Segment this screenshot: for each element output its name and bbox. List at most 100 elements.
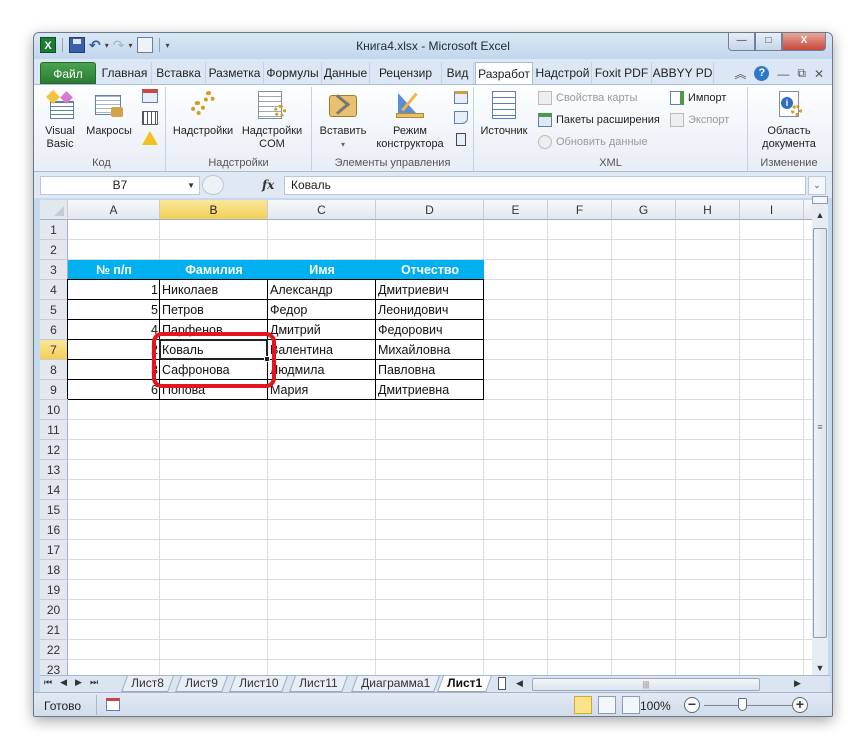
row-header-1[interactable]: 1 <box>40 220 68 240</box>
row-header-2[interactable]: 2 <box>40 240 68 260</box>
sheet-tab-active[interactable]: Лист1 <box>437 676 492 692</box>
map-properties-button[interactable]: Свойства карты <box>538 91 637 105</box>
first-sheet-icon[interactable]: ⏮ <box>44 677 52 688</box>
row-header-18[interactable]: 18 <box>40 560 68 580</box>
table-cell[interactable]: 5 <box>68 300 160 320</box>
row-header-16[interactable]: 16 <box>40 520 68 540</box>
formula-cancel-handle[interactable] <box>202 175 224 195</box>
tab-foxit-pdf[interactable]: Foxit PDF <box>592 62 652 84</box>
row-header-3[interactable]: 3 <box>40 260 68 280</box>
next-sheet-icon[interactable]: ▶ <box>75 677 82 688</box>
vertical-scrollbar[interactable]: ▲ ≡ ▼ <box>812 196 828 675</box>
sheet-tab[interactable]: Лист11 <box>289 676 348 692</box>
tab-developer[interactable]: Разработ <box>475 62 533 85</box>
visual-basic-button[interactable]: Visual Basic <box>40 89 80 151</box>
row-header-11[interactable]: 11 <box>40 420 68 440</box>
column-header-i[interactable]: I <box>740 200 804 220</box>
table-cell[interactable]: Дмитриевич <box>376 280 484 300</box>
sheet-tab[interactable]: Лист9 <box>175 676 228 692</box>
zoom-in-button[interactable]: + <box>792 697 808 713</box>
table-header-cell[interactable]: № п/п <box>68 260 160 280</box>
sheet-tab[interactable]: Лист8 <box>121 676 174 692</box>
column-header-e[interactable]: E <box>484 200 548 220</box>
name-box[interactable]: B7 ▼ <box>40 176 200 195</box>
scroll-right-icon[interactable]: ▶ <box>794 678 801 689</box>
select-all-button[interactable] <box>40 200 68 220</box>
row-header-8[interactable]: 8 <box>40 360 68 380</box>
document-panel-button[interactable]: i Область документа <box>752 89 826 151</box>
row-header-12[interactable]: 12 <box>40 440 68 460</box>
table-cell[interactable]: 4 <box>68 320 160 340</box>
tab-review[interactable]: Рецензир <box>370 62 442 84</box>
sheet-tab[interactable]: Диаграмма1 <box>351 676 440 692</box>
worksheet-grid[interactable]: ABCDEFGHIJ123456789101112131415161718192… <box>40 200 812 675</box>
column-header-d[interactable]: D <box>376 200 484 220</box>
sheet-tab[interactable]: Лист10 <box>229 676 289 692</box>
normal-view-button[interactable] <box>574 696 592 714</box>
properties-icon[interactable] <box>454 91 468 104</box>
row-header-5[interactable]: 5 <box>40 300 68 320</box>
row-header-22[interactable]: 22 <box>40 640 68 660</box>
expansion-packs-button[interactable]: Пакеты расширения <box>538 113 660 127</box>
table-cell[interactable]: Дмитриевна <box>376 380 484 400</box>
row-header-13[interactable]: 13 <box>40 460 68 480</box>
last-sheet-icon[interactable]: ⏭ <box>90 677 98 688</box>
tab-split-handle[interactable] <box>498 677 506 690</box>
table-cell[interactable]: Александр <box>268 280 376 300</box>
tab-insert[interactable]: Вставка <box>152 62 206 84</box>
horizontal-scroll-thumb[interactable]: ||| <box>532 678 760 691</box>
column-header-a[interactable]: A <box>68 200 160 220</box>
table-cell[interactable]: Федор <box>268 300 376 320</box>
doc-minimize-icon[interactable]: — <box>777 67 789 81</box>
column-header-j[interactable]: J <box>804 200 812 220</box>
table-header-cell[interactable]: Отчество <box>376 260 484 280</box>
row-header-20[interactable]: 20 <box>40 600 68 620</box>
table-cell[interactable]: Леонидович <box>376 300 484 320</box>
zoom-level[interactable]: 100% <box>640 699 671 713</box>
table-header-cell[interactable]: Имя <box>268 260 376 280</box>
tab-page-layout[interactable]: Разметка <box>206 62 264 84</box>
table-cell[interactable]: 2 <box>68 340 160 360</box>
row-header-17[interactable]: 17 <box>40 540 68 560</box>
export-button[interactable]: Экспорт <box>670 113 729 127</box>
minimize-button[interactable]: — <box>728 33 755 51</box>
vertical-scroll-thumb[interactable]: ≡ <box>813 228 827 638</box>
row-header-4[interactable]: 4 <box>40 280 68 300</box>
row-header-15[interactable]: 15 <box>40 500 68 520</box>
column-header-c[interactable]: C <box>268 200 376 220</box>
row-header-9[interactable]: 9 <box>40 380 68 400</box>
record-macro-icon[interactable] <box>142 89 158 103</box>
tab-file[interactable]: Файл <box>40 62 96 84</box>
tab-abbyy-pdf[interactable]: ABBYY PD <box>652 62 714 84</box>
maximize-button[interactable]: □ <box>755 33 782 51</box>
row-header-14[interactable]: 14 <box>40 480 68 500</box>
doc-close-icon[interactable]: ✕ <box>814 67 824 81</box>
doc-restore-icon[interactable]: ⧉ <box>797 66 806 81</box>
page-layout-view-button[interactable] <box>598 696 616 714</box>
close-button[interactable]: X <box>782 33 826 51</box>
help-icon[interactable]: ? <box>754 66 770 81</box>
macros-button[interactable]: Макросы <box>84 89 134 138</box>
table-cell[interactable]: Николаев <box>160 280 268 300</box>
table-header-cell[interactable]: Фамилия <box>160 260 268 280</box>
row-header-21[interactable]: 21 <box>40 620 68 640</box>
collapse-ribbon-icon[interactable]: ︽ <box>734 65 746 82</box>
table-cell[interactable]: Павловна <box>376 360 484 380</box>
table-cell[interactable]: Петров <box>160 300 268 320</box>
zoom-slider-thumb[interactable] <box>738 698 747 711</box>
design-mode-button[interactable]: Режим конструктора <box>372 89 448 151</box>
column-header-b[interactable]: B <box>160 200 268 220</box>
macro-security-icon[interactable] <box>142 131 158 145</box>
table-cell[interactable]: 3 <box>68 360 160 380</box>
table-cell[interactable]: Дмитрий <box>268 320 376 340</box>
table-cell[interactable]: Людмила <box>268 360 376 380</box>
tab-home[interactable]: Главная <box>98 62 152 84</box>
zoom-slider-track[interactable] <box>704 705 799 706</box>
zoom-out-button[interactable]: − <box>684 697 700 713</box>
table-cell[interactable]: Федорович <box>376 320 484 340</box>
table-cell[interactable]: Мария <box>268 380 376 400</box>
addins-button[interactable]: Надстройки <box>170 89 236 138</box>
formula-input[interactable]: Коваль <box>284 176 806 195</box>
scroll-left-icon[interactable]: ◀ <box>516 678 523 689</box>
import-button[interactable]: Импорт <box>670 91 726 105</box>
